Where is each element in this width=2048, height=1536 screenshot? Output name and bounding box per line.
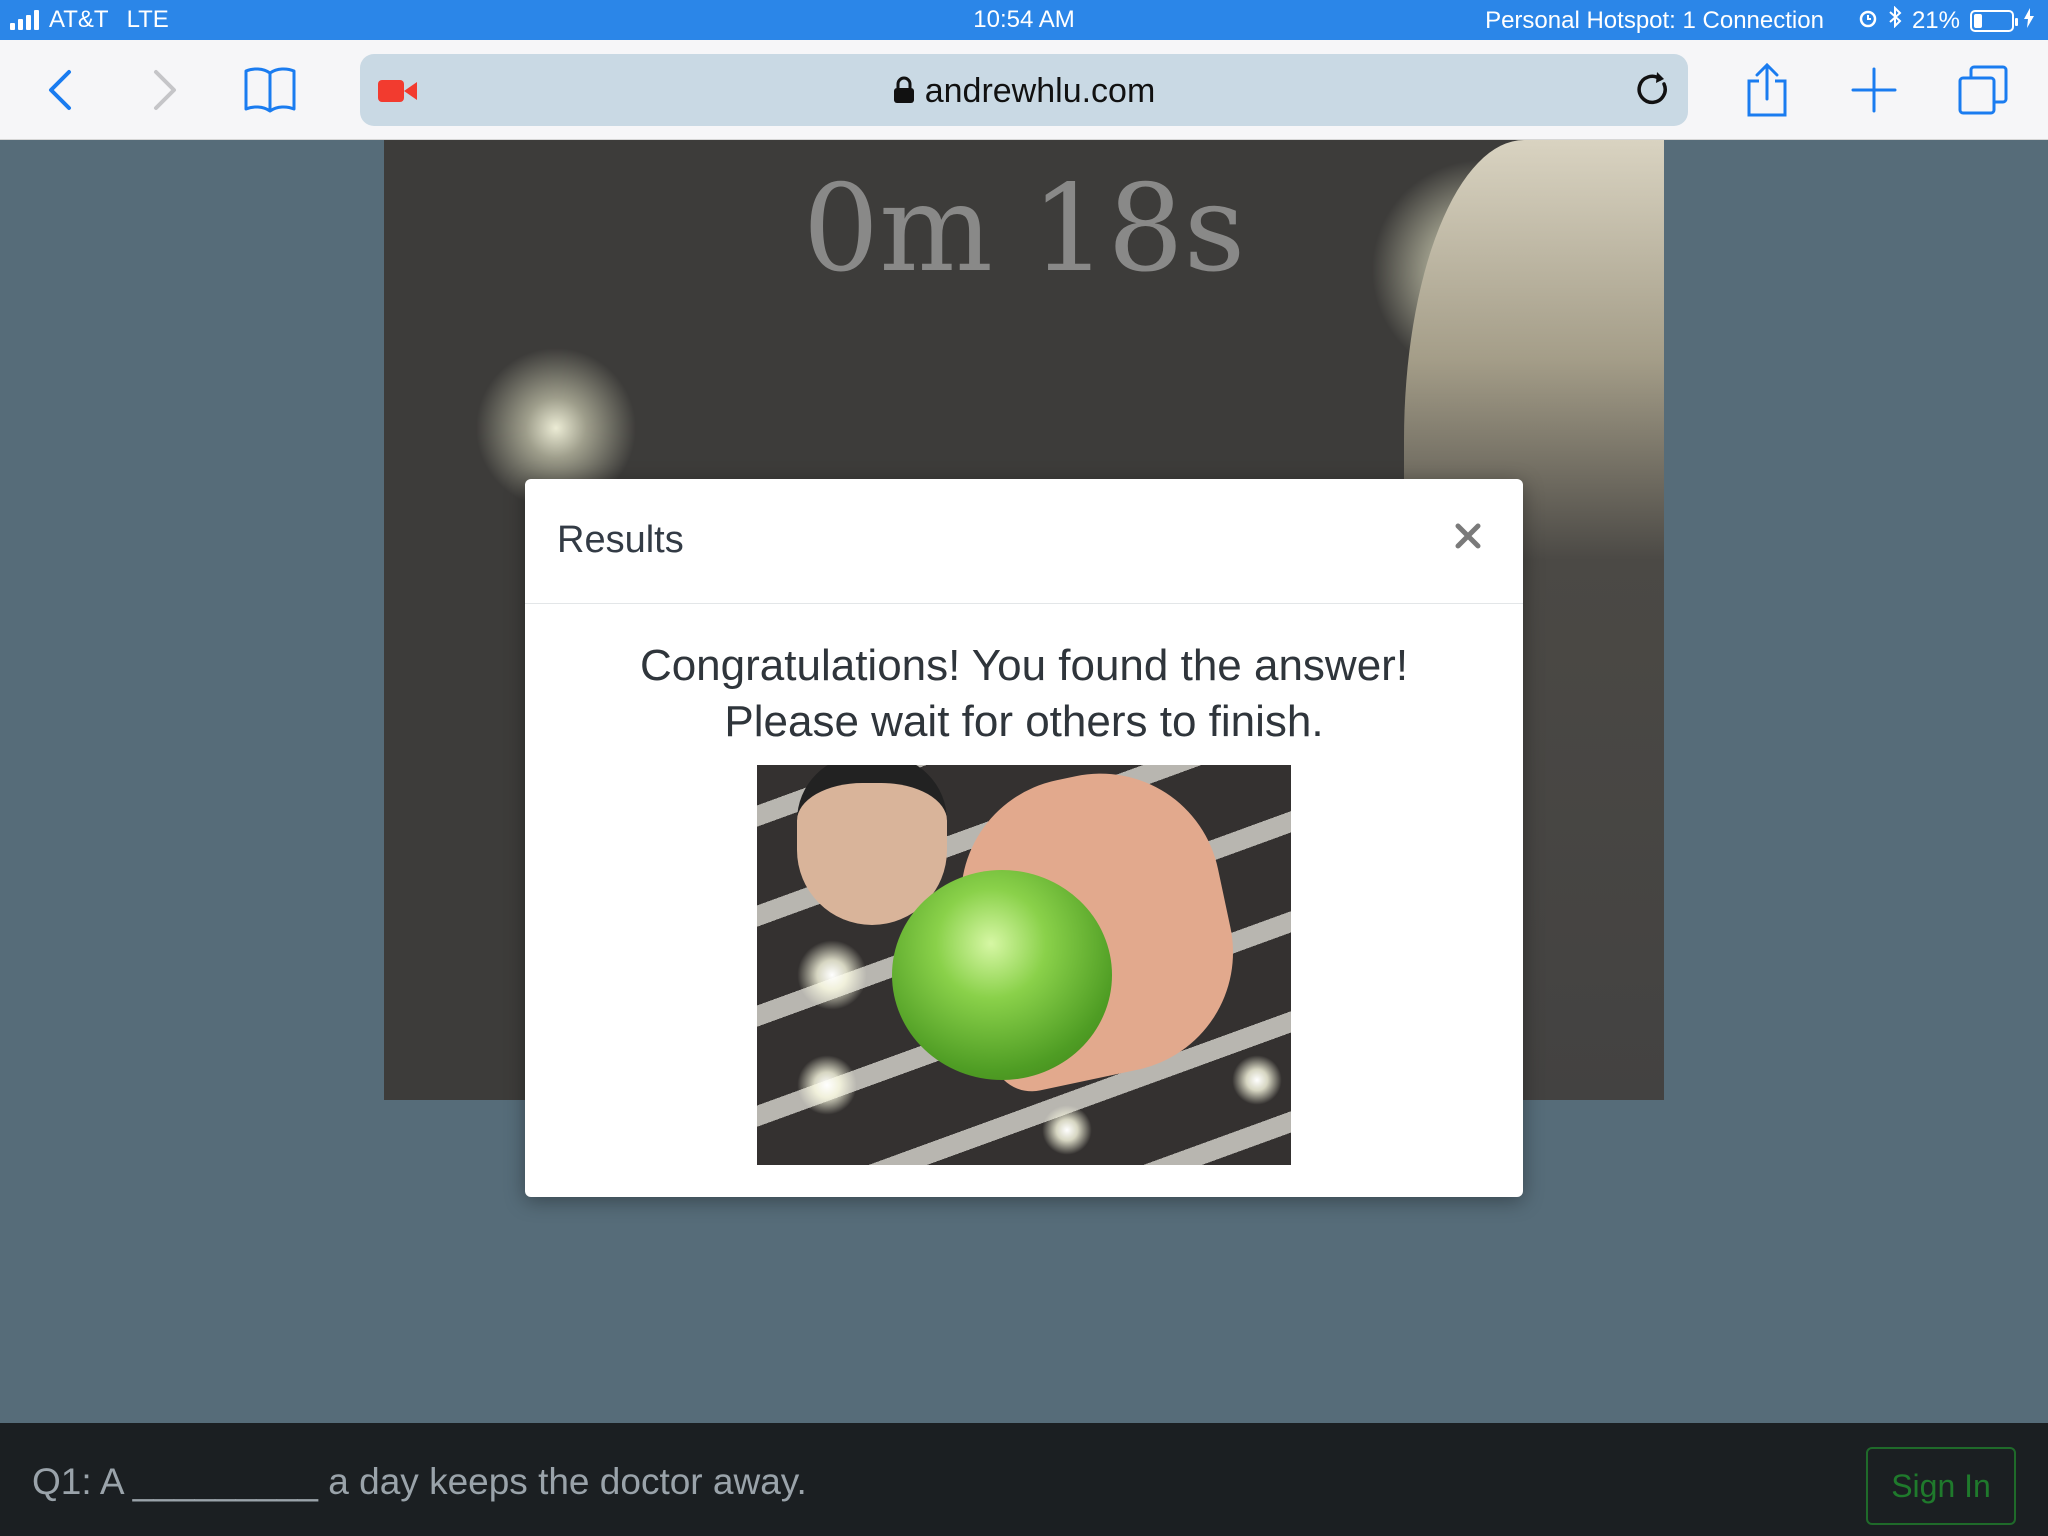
url-display[interactable]: andrewhlu.com	[360, 72, 1688, 113]
photo-light	[1042, 1105, 1092, 1155]
battery-fill	[1974, 13, 1982, 28]
close-button[interactable]	[1443, 511, 1493, 561]
answer-photo	[757, 765, 1291, 1165]
tabs-icon	[1958, 65, 2008, 115]
new-tab-icon	[1851, 67, 1897, 113]
modal-header: Results	[525, 479, 1523, 604]
question-text: Q1: A _________ a day keeps the doctor a…	[32, 1461, 807, 1502]
charging-icon	[2024, 7, 2034, 35]
close-icon	[1455, 523, 1481, 549]
battery-icon	[1970, 9, 2018, 32]
new-tab-button[interactable]	[1844, 60, 1904, 120]
alarm-icon	[1858, 7, 1878, 35]
back-button[interactable]	[30, 60, 90, 120]
reload-button[interactable]	[1636, 70, 1672, 115]
address-bar[interactable]: andrewhlu.com	[360, 54, 1688, 126]
modal-title: Results	[557, 519, 684, 561]
results-modal: Results Congratulations! You found the a…	[525, 479, 1523, 1197]
modal-message: Congratulations! You found the answer! P…	[525, 638, 1523, 750]
sign-in-button[interactable]: Sign In	[1866, 1447, 2016, 1525]
status-bar: AT&T LTE 10:54 AM Personal Hotspot: 1 Co…	[0, 0, 2048, 40]
bookmarks-button[interactable]	[240, 60, 300, 120]
url-text: andrewhlu.com	[924, 72, 1156, 110]
message-line-2: Please wait for others to finish.	[724, 697, 1324, 746]
photo-light	[797, 1055, 857, 1115]
browser-toolbar: andrewhlu.com	[0, 40, 2048, 140]
share-icon	[1747, 63, 1787, 117]
photo-apple	[892, 870, 1112, 1080]
timer: 0m 18s	[802, 160, 1246, 299]
reload-icon	[1637, 72, 1667, 105]
status-bar-right: Personal Hotspot: 1 Connection 21%	[1485, 5, 2034, 35]
bookmarks-icon	[244, 67, 296, 113]
hotspot-label: Personal Hotspot: 1 Connection	[1485, 6, 1824, 34]
photo-light	[797, 940, 867, 1010]
forward-button[interactable]	[135, 60, 195, 120]
message-line-1: Congratulations! You found the answer!	[639, 641, 1409, 690]
bottom-bar: Q1: A _________ a day keeps the doctor a…	[0, 1423, 2048, 1536]
back-icon	[49, 70, 71, 110]
forward-icon	[154, 70, 176, 110]
bluetooth-icon	[1888, 5, 1902, 35]
share-button[interactable]	[1737, 60, 1797, 120]
lock-icon	[893, 74, 915, 113]
photo-light	[1232, 1055, 1282, 1105]
tabs-button[interactable]	[1953, 60, 2013, 120]
battery-percent: 21%	[1911, 6, 1960, 34]
